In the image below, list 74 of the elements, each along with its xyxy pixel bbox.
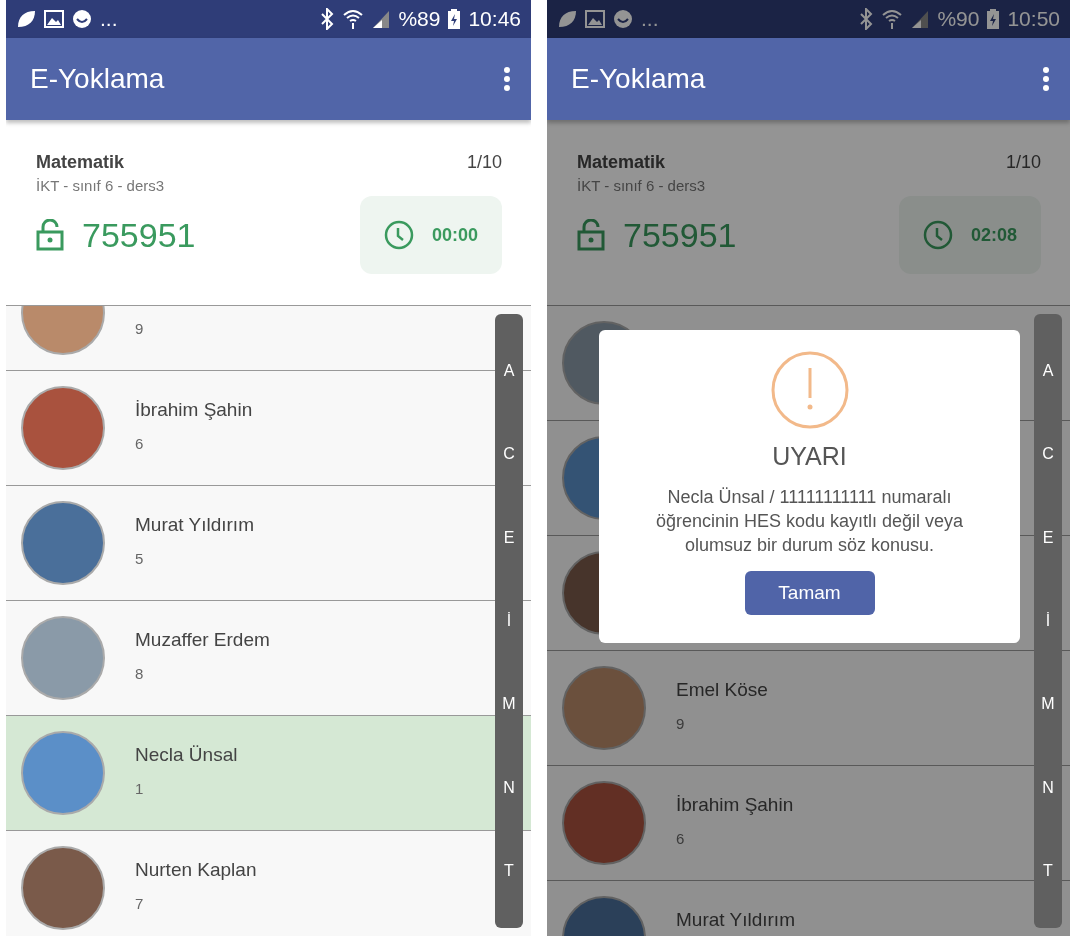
smiley-icon: [613, 9, 633, 29]
battery-charging-icon: [448, 9, 461, 29]
student-name: Murat Yıldırım: [135, 514, 254, 536]
notification-more-text: ...: [100, 7, 118, 31]
index-letter[interactable]: T: [504, 862, 514, 881]
student-name: Nurten Kaplan: [135, 859, 257, 881]
bluetooth-icon: [320, 8, 335, 30]
student-name: İbrahim Şahin: [676, 794, 794, 816]
app-title: E-Yoklama: [571, 63, 707, 95]
more-menu-icon[interactable]: [1042, 66, 1050, 92]
index-letter[interactable]: C: [1042, 445, 1054, 464]
class-subtitle: İKT - sınıf 6 - ders3: [577, 177, 707, 194]
alphabet-index-bar[interactable]: A C E İ M N T: [1034, 314, 1062, 928]
wifi-icon: [342, 8, 365, 30]
student-name: Emel Köse: [676, 679, 768, 701]
student-number: 7: [135, 895, 145, 912]
more-menu-icon[interactable]: [503, 66, 511, 92]
index-letter[interactable]: İ: [506, 611, 512, 630]
student-number: 5: [135, 550, 145, 567]
warning-icon: [769, 350, 850, 430]
signal-icon: [911, 9, 930, 29]
image-icon: [44, 10, 64, 28]
ok-button[interactable]: Tamam: [744, 571, 875, 615]
student-number: 8: [135, 665, 145, 682]
index-letter[interactable]: İ: [1045, 611, 1051, 630]
index-letter[interactable]: A: [503, 361, 515, 380]
student-number: 9: [676, 715, 686, 732]
student-number: 1: [135, 780, 145, 797]
lock-icon: [577, 219, 605, 251]
clock-time: 10:50: [1007, 7, 1060, 31]
index-letter[interactable]: A: [1042, 361, 1054, 380]
notification-more-text: ...: [641, 7, 659, 31]
student-number: 6: [135, 435, 145, 452]
class-subtitle: İKT - sınıf 6 - ders3: [36, 177, 166, 194]
clock-icon: [922, 220, 953, 250]
student-name: Necla Ünsal: [135, 744, 238, 766]
dialog-title: UYARI: [772, 442, 847, 471]
bluetooth-icon: [859, 8, 874, 30]
attendance-code: 755951: [623, 215, 737, 255]
timer-text: 00:00: [431, 224, 478, 246]
index-letter[interactable]: M: [502, 695, 516, 714]
battery-percent: %89: [398, 7, 441, 31]
student-name: İbrahim Şahin: [135, 399, 253, 421]
page-count: 1/10: [1005, 152, 1041, 173]
student-number: 6: [676, 830, 686, 847]
index-letter[interactable]: E: [503, 528, 515, 547]
clock-time: 10:46: [468, 7, 521, 31]
battery-charging-icon: [987, 9, 1000, 29]
course-name: Matematik: [577, 152, 666, 173]
timer-text: 02:08: [970, 224, 1017, 246]
battery-percent: %90: [937, 7, 980, 31]
index-letter[interactable]: N: [503, 778, 515, 797]
smiley-icon: [72, 9, 92, 29]
page-count: 1/10: [466, 152, 502, 173]
wifi-icon: [881, 8, 904, 30]
lock-icon: [36, 219, 64, 251]
leaf-icon: [16, 9, 36, 29]
course-name: Matematik: [36, 152, 125, 173]
dialog-message: Necla Ünsal / 11111111111 numaralı öğrencinin HES kodu kayıtlı değil veya olumsuz bir durum söz konusu.: [654, 486, 965, 557]
image-icon: [585, 10, 605, 28]
signal-icon: [372, 9, 391, 29]
index-letter[interactable]: M: [1041, 695, 1055, 714]
index-letter[interactable]: T: [1043, 862, 1053, 881]
student-number: 9: [135, 320, 144, 337]
app-title: E-Yoklama: [30, 63, 166, 95]
index-letter[interactable]: N: [1042, 778, 1054, 797]
leaf-icon: [557, 9, 577, 29]
attendance-code: 755951: [82, 215, 196, 255]
clock-icon: [383, 220, 414, 250]
index-letter[interactable]: C: [503, 445, 515, 464]
index-letter[interactable]: E: [1042, 528, 1054, 547]
student-name: Murat Yıldırım: [676, 909, 795, 931]
student-name: Muzaffer Erdem: [135, 629, 270, 651]
alphabet-index-bar[interactable]: A C E İ M N T: [495, 314, 523, 928]
